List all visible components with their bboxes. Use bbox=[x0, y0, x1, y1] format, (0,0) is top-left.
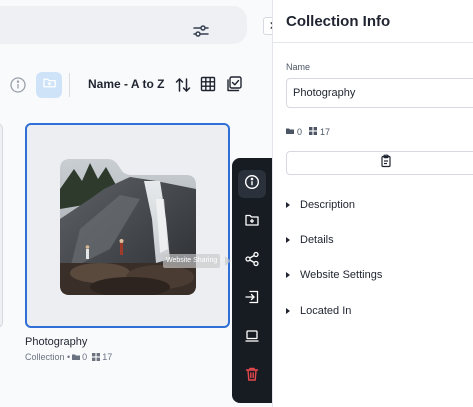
info-icon[interactable] bbox=[9, 76, 27, 94]
collection-type: Collection • bbox=[25, 352, 71, 362]
collection-title[interactable]: Photography bbox=[25, 336, 87, 348]
tooltip: Website Sharing bbox=[163, 254, 221, 268]
grid-view-icon[interactable] bbox=[200, 76, 216, 92]
copy-link-button[interactable] bbox=[286, 151, 473, 175]
sort-arrows-icon[interactable] bbox=[174, 76, 192, 94]
delete-button[interactable] bbox=[238, 362, 266, 390]
search-bar[interactable] bbox=[0, 6, 247, 44]
caret-right-icon bbox=[286, 237, 290, 243]
adjacent-collection-card[interactable] bbox=[0, 123, 3, 328]
folder-plus-icon bbox=[42, 75, 57, 95]
toolbar-divider bbox=[69, 73, 70, 97]
panel-title: Collection Info bbox=[286, 13, 391, 30]
section-label: Website Settings bbox=[300, 269, 383, 281]
name-field[interactable] bbox=[286, 78, 473, 108]
share-icon bbox=[244, 251, 260, 272]
trash-icon bbox=[244, 366, 260, 387]
select-items-icon[interactable] bbox=[225, 75, 243, 93]
collection-card[interactable] bbox=[25, 123, 230, 328]
caret-right-icon bbox=[286, 308, 290, 314]
present-button[interactable] bbox=[238, 324, 266, 352]
panel-divider bbox=[273, 42, 473, 43]
folder-count: 0 bbox=[82, 352, 88, 362]
section-label: Located In bbox=[300, 305, 352, 317]
section-label: Description bbox=[300, 199, 356, 211]
folder-plus-icon bbox=[244, 212, 260, 233]
move-into-icon bbox=[244, 289, 260, 310]
new-folder-button[interactable] bbox=[36, 72, 62, 98]
section-located-in[interactable]: Located In bbox=[286, 305, 351, 317]
info-button[interactable] bbox=[238, 170, 266, 198]
waterfall-thumbnail bbox=[60, 159, 196, 295]
collection-info-panel: Collection Info Name 0 17 Description De… bbox=[272, 0, 473, 407]
collection-meta: Collection • 0 17 bbox=[25, 352, 112, 362]
action-toolbar bbox=[232, 158, 273, 403]
filter-sliders-icon[interactable] bbox=[191, 21, 211, 41]
add-to-folder-button[interactable] bbox=[238, 208, 266, 236]
folder-icon bbox=[286, 127, 294, 137]
item-count: 17 bbox=[102, 352, 113, 362]
section-website-settings[interactable]: Website Settings bbox=[286, 269, 382, 281]
section-description[interactable]: Description bbox=[286, 199, 355, 211]
items-grid-icon bbox=[92, 353, 101, 361]
copy-clipboard-icon bbox=[379, 154, 393, 173]
info-icon bbox=[244, 174, 260, 195]
folder-icon bbox=[72, 353, 81, 361]
section-label: Details bbox=[300, 234, 334, 246]
items-grid-icon bbox=[309, 127, 318, 137]
move-button[interactable] bbox=[238, 285, 266, 313]
sort-dropdown[interactable]: Name - A to Z bbox=[88, 77, 164, 91]
section-details[interactable]: Details bbox=[286, 234, 334, 246]
name-label: Name bbox=[286, 62, 311, 72]
panel-folder-count: 0 bbox=[297, 127, 303, 137]
share-button[interactable] bbox=[238, 247, 266, 275]
panel-counts: 0 17 bbox=[286, 127, 330, 137]
caret-right-icon bbox=[286, 272, 290, 278]
panel-item-count: 17 bbox=[320, 127, 331, 137]
laptop-icon bbox=[244, 328, 260, 349]
caret-right-icon bbox=[286, 202, 290, 208]
tooltip-arrow bbox=[225, 256, 231, 266]
